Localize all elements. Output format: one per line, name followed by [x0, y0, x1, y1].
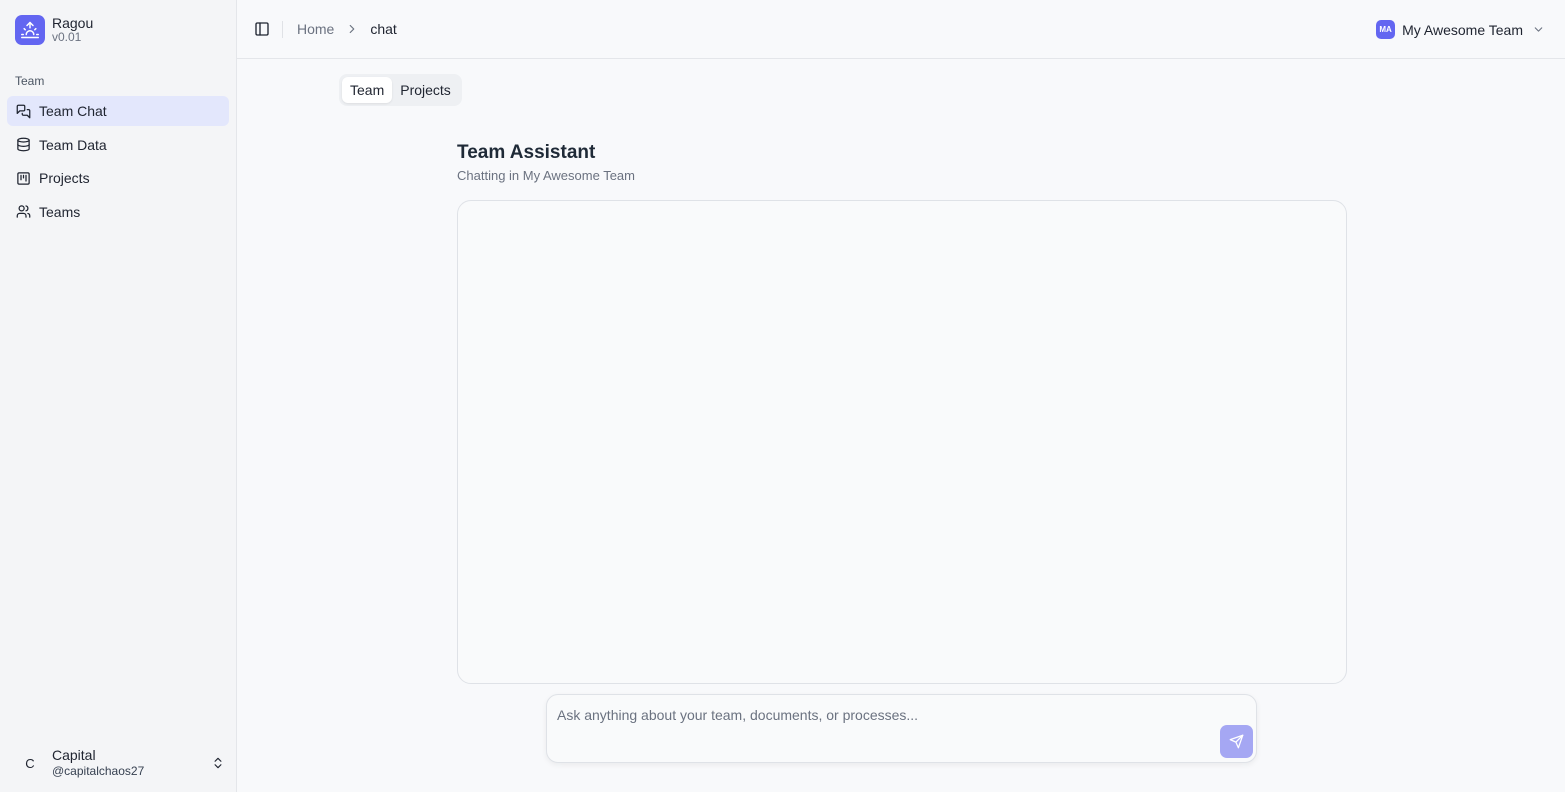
sidebar-toggle-icon[interactable]: [254, 21, 270, 37]
sidebar-section-label: Team: [15, 74, 45, 88]
breadcrumb-current: chat: [370, 21, 397, 37]
sidebar-item-teams[interactable]: Teams: [7, 197, 229, 227]
team-name: My Awesome Team: [1402, 21, 1523, 38]
breadcrumb-home[interactable]: Home: [297, 21, 334, 37]
header-divider: [282, 21, 283, 38]
send-button[interactable]: [1220, 725, 1253, 758]
sidebar-item-projects[interactable]: Projects: [7, 163, 229, 193]
tab-projects[interactable]: Projects: [392, 77, 459, 103]
user-name: Capital: [52, 747, 96, 764]
sidebar-item-label: Teams: [39, 203, 81, 220]
chat-composer: [546, 694, 1257, 763]
team-switcher[interactable]: MA My Awesome Team: [1376, 20, 1545, 39]
sidebar-item-team-data[interactable]: Team Data: [7, 130, 229, 160]
breadcrumb: Home chat: [297, 21, 397, 37]
chat-messages-area[interactable]: [457, 200, 1347, 684]
user-handle: @capitalchaos27: [52, 764, 145, 779]
user-menu[interactable]: C Capital @capitalchaos27: [15, 746, 225, 780]
users-icon: [16, 205, 31, 218]
team-badge: MA: [1376, 20, 1396, 39]
kanban-icon: [17, 171, 30, 185]
chat-input[interactable]: [557, 707, 1207, 747]
chevron-down-icon: [1534, 27, 1543, 32]
page-title: Team Assistant: [457, 142, 596, 163]
tab-team[interactable]: Team: [342, 77, 393, 103]
sidebar-nav: Team Chat Team Data Projects Teams: [7, 96, 229, 230]
sidebar-item-team-chat[interactable]: Team Chat: [7, 96, 229, 126]
page-subtitle: Chatting in My Awesome Team: [457, 168, 635, 183]
sidebar: Ragou v0.01 Team Team Chat Team Data Pro…: [0, 0, 237, 792]
sidebar-item-label: Team Chat: [39, 103, 107, 119]
brand-name: Ragou: [52, 15, 94, 32]
top-header: Home chat MA My Awesome Team: [237, 0, 1565, 59]
sunrise-icon: [15, 15, 45, 45]
sidebar-item-label: Projects: [39, 170, 90, 186]
avatar: C: [25, 755, 35, 771]
sidebar-item-label: Team Data: [39, 136, 107, 153]
chat-bubbles-icon: [16, 104, 31, 118]
brand-version: v0.01: [52, 30, 82, 45]
tab-list: Team Projects: [339, 74, 462, 106]
brand[interactable]: Ragou v0.01: [15, 15, 93, 45]
chevrons-up-down-icon: [214, 757, 222, 769]
database-icon: [17, 137, 30, 152]
send-icon: [1229, 734, 1244, 749]
chevron-right-icon: [350, 24, 355, 34]
